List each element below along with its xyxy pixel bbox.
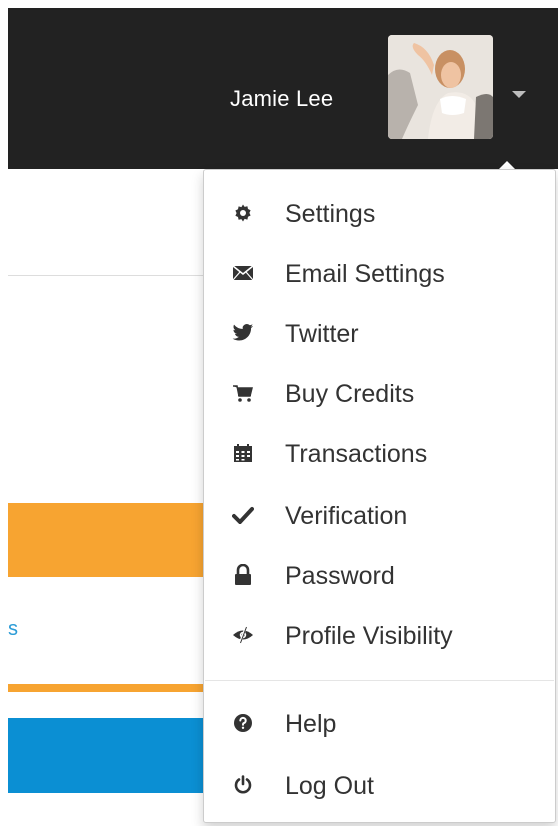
partial-link[interactable]: s — [8, 618, 18, 641]
menu-label: Twitter — [285, 320, 359, 348]
menu-item-verification[interactable]: Verification — [204, 488, 555, 544]
user-menu-toggle[interactable] — [505, 80, 533, 108]
user-dropdown-menu: Settings Email Settings Twitter Buy Cred… — [203, 169, 556, 823]
menu-label: Transactions — [285, 440, 428, 468]
menu-item-settings[interactable]: Settings — [204, 186, 555, 242]
envelope-icon — [232, 262, 254, 284]
question-circle-icon — [232, 712, 254, 734]
menu-item-help[interactable]: Help — [204, 696, 555, 752]
menu-label: Verification — [285, 502, 408, 530]
power-icon — [232, 774, 254, 796]
top-navbar: Jamie Lee — [8, 8, 558, 169]
menu-item-email-settings[interactable]: Email Settings — [204, 246, 555, 302]
menu-label: Email Settings — [285, 260, 445, 288]
menu-label: Buy Credits — [285, 380, 415, 408]
gear-icon — [232, 202, 254, 224]
calendar-icon — [232, 442, 254, 464]
check-icon — [232, 504, 254, 526]
menu-label: Log Out — [285, 772, 374, 800]
menu-label: Settings — [285, 200, 376, 228]
cart-icon — [232, 382, 254, 404]
lock-icon — [232, 564, 254, 586]
twitter-icon — [232, 322, 254, 344]
avatar-photo — [388, 35, 493, 139]
menu-label: Help — [285, 710, 337, 738]
menu-label: Profile Visibility — [285, 622, 453, 650]
menu-item-twitter[interactable]: Twitter — [204, 306, 555, 362]
menu-label: Password — [285, 562, 395, 590]
menu-item-transactions[interactable]: Transactions — [204, 426, 555, 482]
menu-item-profile-visibility[interactable]: Profile Visibility — [204, 608, 555, 664]
avatar[interactable] — [388, 35, 493, 139]
caret-down-icon — [512, 91, 526, 98]
menu-item-password[interactable]: Password — [204, 548, 555, 604]
menu-divider — [205, 680, 554, 681]
menu-item-buy-credits[interactable]: Buy Credits — [204, 366, 555, 422]
user-name[interactable]: Jamie Lee — [230, 86, 333, 112]
menu-item-log-out[interactable]: Log Out — [204, 758, 555, 814]
eye-slash-icon — [232, 624, 254, 646]
